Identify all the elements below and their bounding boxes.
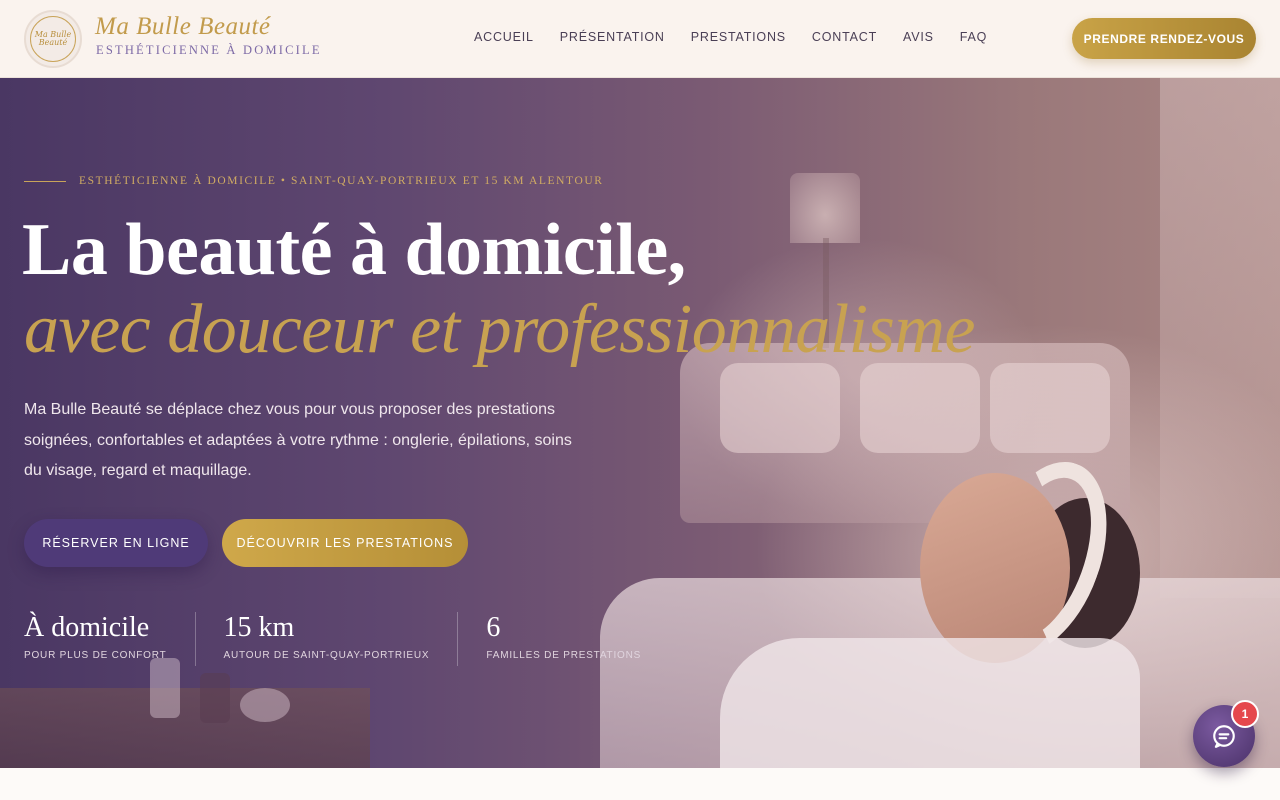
stat-item: 6 FAMILLES DE PRESTATIONS: [486, 612, 669, 666]
next-section: [0, 768, 1280, 800]
background-window: [1160, 78, 1280, 598]
stat-label: FAMILLES DE PRESTATIONS: [486, 650, 642, 661]
cosmetic-bottle: [150, 658, 180, 718]
hero-title: La beauté à domicile,: [22, 209, 686, 291]
background-cushion: [720, 363, 840, 453]
book-online-button[interactable]: RÉSERVER EN LIGNE: [24, 519, 208, 567]
hero-description: Ma Bulle Beauté se déplace chez vous pou…: [24, 401, 572, 479]
nav-prestations[interactable]: PRESTATIONS: [691, 30, 786, 44]
background-cushion: [990, 363, 1110, 453]
nav-avis[interactable]: AVIS: [903, 30, 934, 44]
nav-accueil[interactable]: ACCUEIL: [474, 30, 534, 44]
eyebrow-divider: [24, 180, 66, 182]
cosmetic-bottle: [200, 673, 230, 723]
client-towel: [720, 638, 1140, 768]
stat-value: 6: [486, 612, 501, 643]
stat-value: À domicile: [24, 612, 150, 643]
background-lamp: [790, 173, 860, 243]
stat-item: À domicile POUR PLUS DE CONFORT: [24, 612, 196, 666]
discover-services-button[interactable]: DÉCOUVRIR LES PRESTATIONS: [222, 519, 468, 567]
stat-label: POUR PLUS DE CONFORT: [24, 650, 167, 661]
logo-text-line2: Beauté: [38, 38, 68, 47]
eyebrow-text: ESTHÉTICIENNE À DOMICILE • SAINT-QUAY-PO…: [79, 175, 604, 187]
main-nav: ACCUEIL PRÉSENTATION PRESTATIONS CONTACT…: [474, 30, 1013, 44]
logo-emblem: Ma Bulle Beauté: [30, 16, 76, 62]
background-cushion: [860, 363, 980, 453]
hero-stats: À domicile POUR PLUS DE CONFORT 15 km AU…: [24, 612, 697, 666]
brand-subtitle: ESTHÉTICIENNE À DOMICILE: [96, 43, 322, 57]
hero-title-accent: avec douceur et professionnalisme: [24, 291, 975, 368]
cosmetics-tray: [0, 688, 370, 768]
hero-eyebrow: ESTHÉTICIENNE À DOMICILE • SAINT-QUAY-PO…: [24, 175, 604, 187]
stat-label: AUTOUR DE SAINT-QUAY-PORTRIEUX: [223, 650, 430, 661]
book-appointment-button[interactable]: PRENDRE RENDEZ-VOUS: [1072, 18, 1256, 59]
nav-faq[interactable]: FAQ: [960, 30, 987, 44]
brand-name[interactable]: Ma Bulle Beauté: [95, 13, 271, 41]
site-header: Ma Bulle Beauté Ma Bulle Beauté ESTHÉTIC…: [0, 0, 1280, 78]
stat-item: 15 km AUTOUR DE SAINT-QUAY-PORTRIEUX: [224, 612, 459, 666]
chat-bubble-icon: [1213, 725, 1235, 748]
hero-section: ESTHÉTICIENNE À DOMICILE • SAINT-QUAY-PO…: [0, 78, 1280, 768]
nav-presentation[interactable]: PRÉSENTATION: [560, 30, 665, 44]
chat-notification-badge: 1: [1231, 700, 1259, 728]
nav-contact[interactable]: CONTACT: [812, 30, 877, 44]
logo[interactable]: Ma Bulle Beauté: [24, 10, 82, 68]
cosmetic-bowl: [240, 688, 290, 722]
stat-value: 15 km: [223, 612, 295, 643]
